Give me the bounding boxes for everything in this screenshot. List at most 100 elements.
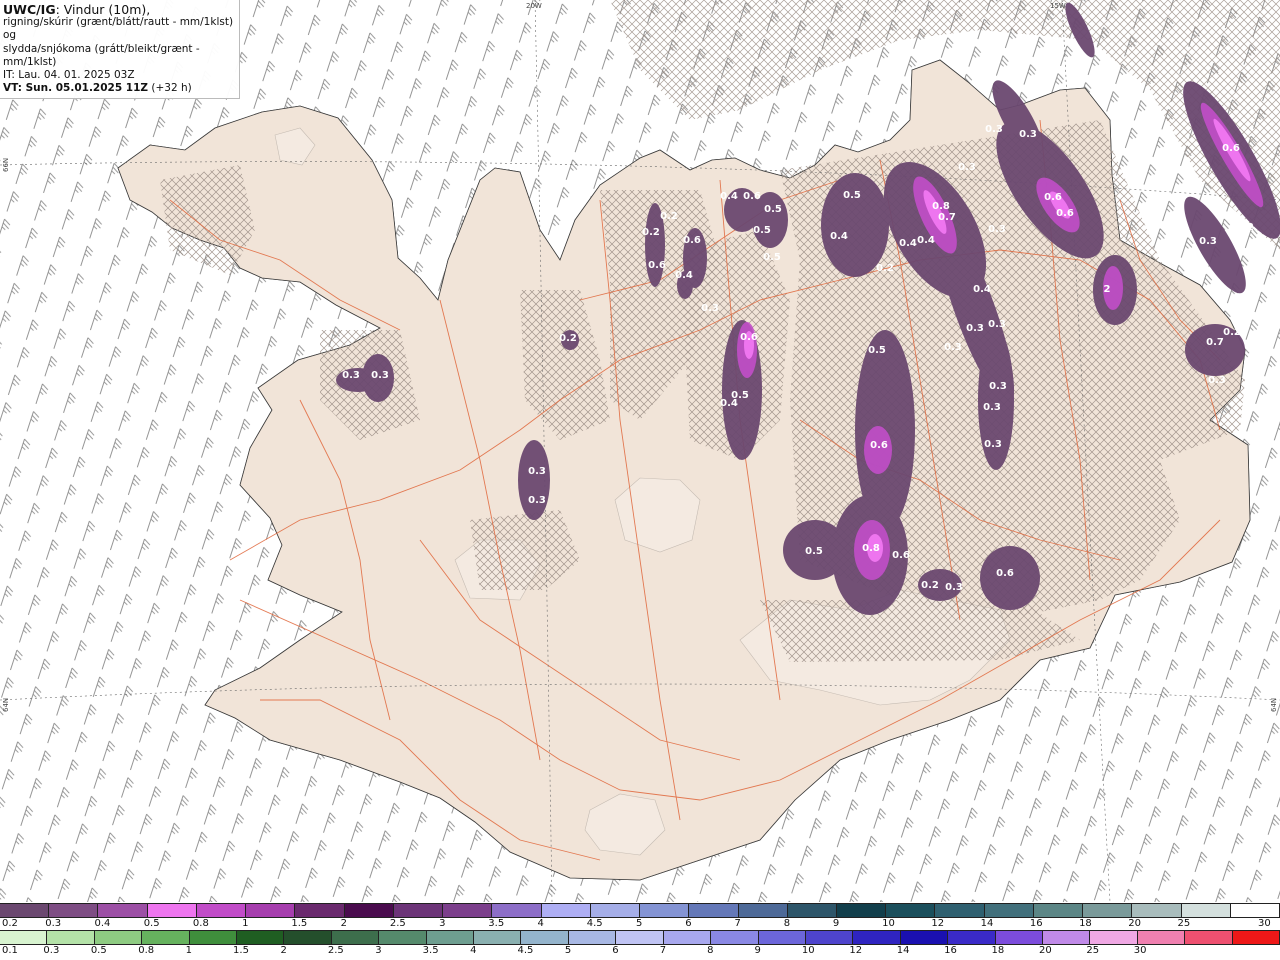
- precip-value-label: 0.2: [876, 263, 894, 274]
- precip-value-label: 0.4: [973, 284, 991, 295]
- info-title-rest: : Vindur (10m),: [55, 2, 151, 17]
- precip-value-label: 0.5: [763, 252, 781, 263]
- precip-value-label: 0.3: [988, 224, 1006, 235]
- precip-value-label: 0.6: [648, 260, 666, 271]
- precip-value-label: 0.6: [996, 568, 1014, 579]
- rain-legend-swatch: [948, 931, 996, 944]
- info-forecast-offset: (+32 h): [148, 82, 192, 95]
- grid-label-top-20w: 20W: [526, 2, 542, 10]
- rain-legend-swatch: [900, 931, 949, 944]
- info-line-rain: rigning/skúrir (grænt/blátt/rautt - mm/1…: [3, 16, 234, 42]
- grid-label-left-64n: 64N: [2, 698, 10, 712]
- precip-value-label: 0.4: [830, 231, 848, 242]
- rain-legend-label: 7: [659, 945, 667, 956]
- precip-value-label: 0.3: [966, 323, 984, 334]
- rain-legend-swatch: [521, 931, 569, 944]
- snow-legend-label: 20: [1128, 918, 1142, 929]
- precip-value-label: 0.4: [917, 235, 935, 246]
- snow-legend-label: 2: [340, 918, 347, 929]
- precip-value-label: 0.4: [720, 398, 738, 409]
- rain-legend-label: 3: [375, 945, 382, 956]
- rain-legend-swatch: [663, 931, 712, 944]
- snow-legend-swatch: [1181, 904, 1231, 917]
- snow-legend-swatch: [196, 904, 247, 917]
- precip-value-label: 0.3: [371, 370, 389, 381]
- rain-legend-label: 16: [944, 945, 957, 956]
- rain-legend-swatch: [568, 931, 617, 944]
- snow-legend-swatch: [1083, 904, 1133, 917]
- snow-legend-swatch: [246, 904, 296, 917]
- snow-legend-label: 4.5: [586, 918, 603, 929]
- snow-legend-swatch: [492, 904, 542, 917]
- rain-legend-swatch: [758, 931, 806, 944]
- snow-legend-swatch: [787, 904, 837, 917]
- snow-legend-swatch: [393, 904, 444, 917]
- rain-legend-swatch: [426, 931, 475, 944]
- snow-legend-swatch: [0, 904, 50, 917]
- rain-legend-label: 0.3: [43, 945, 60, 956]
- rain-color-legend: [0, 930, 1280, 945]
- precip-value-label: 0.3: [342, 370, 360, 381]
- grid-label-left-66n: 66N: [2, 158, 10, 172]
- rain-legend-label: 6: [612, 945, 619, 956]
- precip-value-label: 0.6: [870, 440, 888, 451]
- snow-legend-label: 1.5: [291, 918, 308, 929]
- info-initial-time: IT: Lau. 04. 01. 2025 03Z: [3, 69, 135, 82]
- snow-legend-swatch: [984, 904, 1034, 917]
- rain-legend-swatch: [1042, 931, 1091, 944]
- rain-legend-swatch: [142, 931, 190, 944]
- precip-value-label: 0.4: [675, 270, 693, 281]
- precip-value-label: 0.5: [868, 345, 886, 356]
- info-valid-time: VT: Sun. 05.01.2025 11Z: [3, 82, 149, 95]
- snow-legend-label: 9: [832, 918, 840, 929]
- rain-legend-swatch: [711, 931, 759, 944]
- precip-value-label: 0.3: [984, 439, 1002, 450]
- snow-legend-label: 18: [1079, 918, 1092, 929]
- snow-legend-label: 0.3: [45, 918, 62, 929]
- rain-legend-label: 9: [754, 945, 761, 956]
- info-box: UWC/IG: Vindur (10m), rigning/skúrir (gr…: [0, 0, 240, 100]
- snow-legend-label: 8: [783, 918, 791, 929]
- precip-value-label: 0.3: [983, 402, 1001, 413]
- precip-value-label: 0.5: [764, 204, 782, 215]
- rain-legend-swatch: [1185, 931, 1233, 944]
- precip-value-label: 0.4: [720, 191, 738, 202]
- rain-legend-label: 10: [801, 945, 815, 956]
- rain-legend-label: 12: [849, 945, 863, 956]
- rain-legend-swatch: [616, 931, 664, 944]
- precip-value-label: 0.6: [1222, 143, 1240, 154]
- rain-legend-label: 3.5: [422, 945, 439, 956]
- precip-value-label: 0.6: [1056, 208, 1074, 219]
- rain-legend-label: 5: [564, 945, 572, 956]
- rain-legend-swatch: [1137, 931, 1186, 944]
- rain-legend-swatch: [474, 931, 522, 944]
- snow-legend-swatch: [640, 904, 690, 917]
- rain-legend-swatch: [0, 931, 48, 944]
- snow-legend-label: 6: [685, 918, 692, 929]
- snow-legend-label: 4: [537, 918, 544, 929]
- info-line-snow: slydda/snjókoma (grátt/bleikt/grænt - mm…: [3, 42, 200, 68]
- snow-legend-label: 25: [1177, 918, 1191, 929]
- snow-legend-swatch: [738, 904, 788, 917]
- rain-legend-swatch: [284, 931, 332, 944]
- snow-legend-swatch: [443, 904, 493, 917]
- rain-legend-swatch: [189, 931, 238, 944]
- info-model-name: UWC/IG: [3, 2, 56, 17]
- snow-legend-label: 14: [980, 918, 994, 929]
- precip-value-label: 0.2: [921, 580, 939, 591]
- rain-legend-swatch: [47, 931, 95, 944]
- snow-legend-swatch: [98, 904, 148, 917]
- grid-label-right-64n: 64N: [1270, 698, 1278, 712]
- snow-legend-swatch: [1033, 904, 1084, 917]
- snow-legend-label: 3.5: [488, 918, 505, 929]
- precip-value-label: 0.3: [528, 495, 546, 506]
- snow-legend-label: 3: [439, 918, 446, 929]
- snow-legend-swatch: [1230, 904, 1280, 917]
- precip-value-label: 0.3: [1199, 236, 1217, 247]
- snow-legend-swatch: [689, 904, 739, 917]
- rain-legend-label: 1.5: [233, 945, 249, 956]
- precip-value-label: 2: [1104, 284, 1111, 295]
- precip-value-label: 0.6: [1044, 192, 1062, 203]
- rain-legend-label: 0.8: [138, 945, 155, 956]
- precip-value-label: 0.3: [989, 381, 1007, 392]
